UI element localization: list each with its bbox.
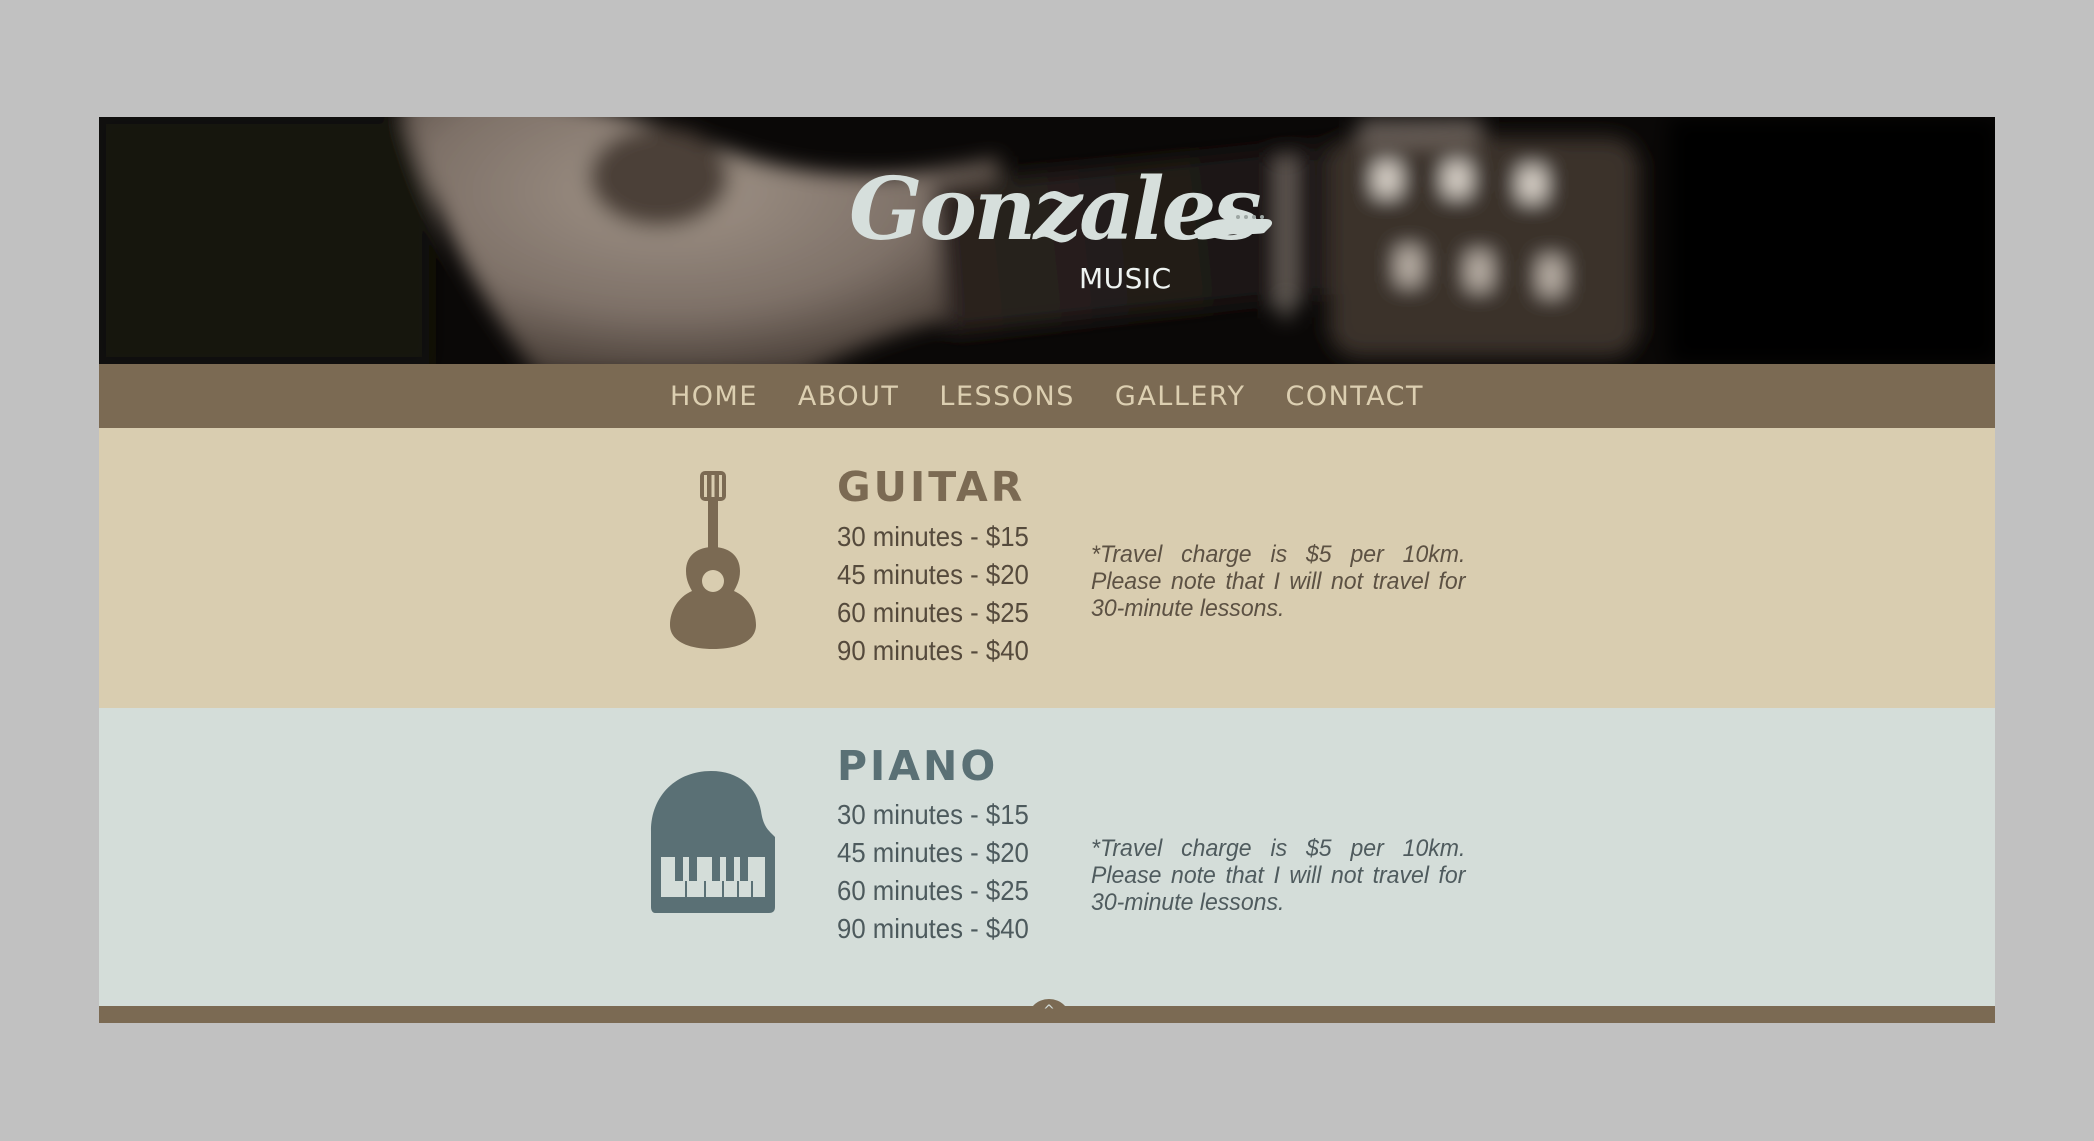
price-item: 45 minutes - $20 <box>837 837 1029 868</box>
price-item: 30 minutes - $15 <box>837 521 1029 552</box>
piano-icon <box>651 771 775 913</box>
nav-gallery[interactable]: GALLERY <box>1115 381 1246 412</box>
chevron-up-icon: ^ <box>1043 1003 1055 1019</box>
price-item: 90 minutes - $40 <box>837 635 1029 666</box>
website-frame: Gonzales MUSIC HOME ABOUT LESSONS GALLER… <box>99 117 1995 1023</box>
nav-contact[interactable]: CONTACT <box>1285 381 1424 412</box>
travel-note: *Travel charge is $5 per 10km. Please no… <box>1091 541 1466 622</box>
price-item: 60 minutes - $25 <box>837 597 1029 628</box>
price-item: 60 minutes - $25 <box>837 875 1029 906</box>
price-item: 30 minutes - $15 <box>837 799 1029 830</box>
price-item: 45 minutes - $20 <box>837 559 1029 590</box>
gonzales-music-logo[interactable]: Gonzales MUSIC <box>849 167 1273 303</box>
nav-lessons[interactable]: LESSONS <box>939 381 1074 412</box>
price-list: 30 minutes - $15 45 minutes - $20 60 min… <box>837 796 1046 948</box>
lesson-title: PIANO <box>837 742 999 790</box>
guitar-headstock-icon <box>1194 215 1273 240</box>
main-navigation: HOME ABOUT LESSONS GALLERY CONTACT <box>99 364 1995 428</box>
guitar-lesson-section: GUITAR 30 minutes - $15 45 minutes - $20… <box>99 428 1995 708</box>
piano-lesson-section: PIANO 30 minutes - $15 45 minutes - $20 … <box>99 708 1995 1006</box>
price-item: 90 minutes - $40 <box>837 913 1029 944</box>
price-list: 30 minutes - $15 45 minutes - $20 60 min… <box>837 518 1046 670</box>
nav-home[interactable]: HOME <box>670 381 758 412</box>
lesson-title: GUITAR <box>837 463 1026 511</box>
travel-note: *Travel charge is $5 per 10km. Please no… <box>1091 835 1466 916</box>
logo-music-text: MUSIC <box>1079 262 1172 295</box>
guitar-icon <box>670 471 756 649</box>
hero-banner: Gonzales MUSIC <box>99 117 1995 364</box>
nav-about[interactable]: ABOUT <box>798 381 900 412</box>
